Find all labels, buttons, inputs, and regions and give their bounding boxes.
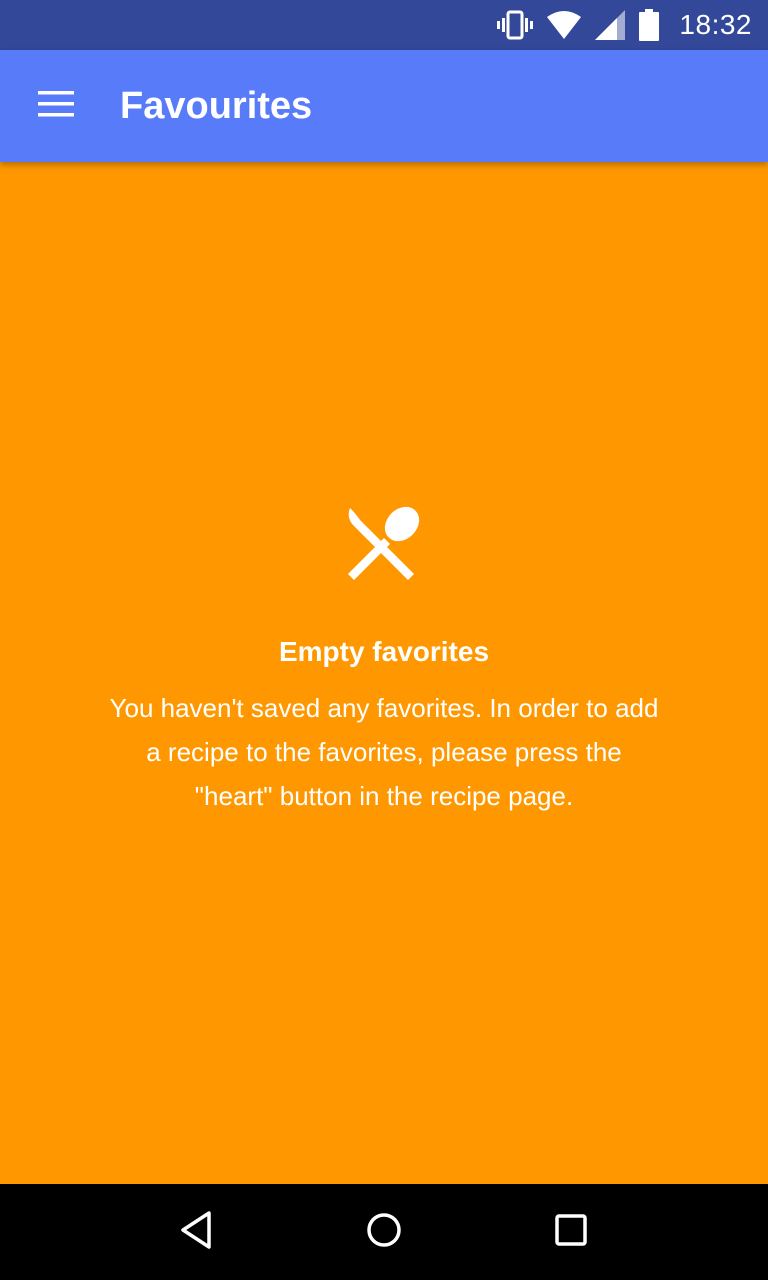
recents-button[interactable] [539, 1200, 603, 1264]
back-button[interactable] [165, 1200, 229, 1264]
home-button[interactable] [352, 1200, 416, 1264]
status-bar: 18:32 [0, 0, 768, 50]
menu-icon [38, 90, 74, 122]
back-icon [177, 1210, 217, 1255]
signal-icon [595, 10, 626, 40]
main-content: Empty favorites You haven't saved any fa… [0, 162, 768, 1184]
vibrate-icon [497, 10, 534, 40]
menu-button[interactable] [0, 50, 112, 162]
home-icon [364, 1210, 404, 1255]
battery-icon [639, 9, 660, 41]
empty-message: You haven't saved any favorites. In orde… [109, 693, 659, 811]
empty-state: Empty favorites You haven't saved any fa… [0, 504, 768, 818]
status-time: 18:32 [679, 9, 752, 40]
wifi-icon [547, 11, 582, 39]
empty-title: Empty favorites [278, 636, 490, 667]
utensils-icon [344, 504, 424, 584]
recents-icon [551, 1210, 591, 1255]
page-title: Favourites [120, 84, 313, 127]
app-bar: Favourites [0, 50, 768, 162]
navigation-bar [0, 1184, 768, 1280]
